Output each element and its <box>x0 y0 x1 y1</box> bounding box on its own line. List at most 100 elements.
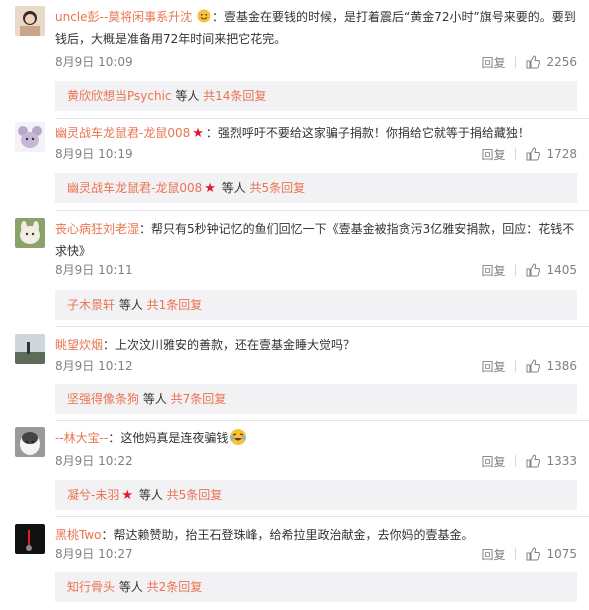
star-icon: ★ <box>204 181 216 196</box>
comment-meta: 8月9日 10:09 回复 2256 <box>55 52 577 72</box>
sub-reply-mid: 等人 <box>135 488 167 502</box>
thumbs-up-icon <box>526 147 541 161</box>
sub-reply-user[interactable]: 知行骨头 <box>67 580 115 594</box>
like-count: 1075 <box>546 547 577 561</box>
comment-actions: 回复 1386 <box>481 356 577 376</box>
comment-text-block: 黑桃Two：帮达赖赞助，抬王石登珠峰，给希拉里政治献金，去你妈的壹基金。 <box>55 524 577 546</box>
username-link[interactable]: uncle彭--莫将闲事系升沈 <box>55 10 192 24</box>
reply-button[interactable]: 回复 <box>481 546 505 563</box>
comment-actions: 回复 1333 <box>481 451 577 471</box>
sub-reply-summary[interactable]: 幽灵战车龙鼠君-龙鼠008 ★ 等人 共5条回复 <box>55 173 577 203</box>
comment-meta: 8月9日 10:22 回复 1333 <box>55 451 577 471</box>
avatar[interactable] <box>15 6 45 36</box>
star-icon: ★ <box>121 488 133 503</box>
sub-reply-count[interactable]: 共2条回复 <box>147 580 203 594</box>
thumbs-up-icon <box>526 55 541 69</box>
comment-text-block: 眺望炊烟：上次汶川雅安的善款，还在壹基金睡大觉吗？ <box>55 334 577 356</box>
like-button[interactable]: 1728 <box>526 147 577 161</box>
sub-reply-count[interactable]: 共5条回复 <box>250 181 306 195</box>
comment-meta: 8月9日 10:11 回复 1405 <box>55 260 577 280</box>
sub-reply-count[interactable]: 共1条回复 <box>147 298 203 312</box>
comment-date: 8月9日 10:27 <box>55 547 133 561</box>
like-button[interactable]: 1386 <box>526 359 577 373</box>
username-link[interactable]: 丧心病狂刘老湿 <box>55 222 139 236</box>
sub-reply-summary[interactable]: 坚强得像条狗 等人 共7条回复 <box>55 384 577 414</box>
action-divider <box>515 148 517 160</box>
like-count: 1333 <box>546 454 577 468</box>
avatar[interactable] <box>15 218 45 248</box>
reply-button[interactable]: 回复 <box>481 262 505 279</box>
sub-reply-user[interactable]: 子木景轩 <box>67 298 115 312</box>
sub-reply-count[interactable]: 共14条回复 <box>203 89 266 103</box>
comment-body: ：上次汶川雅安的善款，还在壹基金睡大觉吗？ <box>103 338 356 352</box>
avatar[interactable] <box>15 334 45 364</box>
reply-button[interactable]: 回复 <box>481 54 505 71</box>
comment-body: ：这他妈真是连夜骗钱 <box>108 431 229 445</box>
comment-date: 8月9日 10:22 <box>55 454 133 468</box>
like-button[interactable]: 1405 <box>526 263 577 277</box>
thumbs-up-icon <box>526 359 541 373</box>
comment-body: ：强烈呼吁不要给这家骗子捐款！你捐给它就等于捐给藏独！ <box>205 126 530 140</box>
crying-laugh-emoji-icon <box>230 429 247 445</box>
sub-reply-summary[interactable]: 子木景轩 等人 共1条回复 <box>55 290 577 320</box>
comment-text-block: 丧心病狂刘老湿：帮只有5秒钟记忆的鱼们回忆一下《壹基金被指贪污3亿雅安捐款，回应… <box>55 218 577 262</box>
like-count: 2256 <box>546 55 577 69</box>
sub-reply-summary[interactable]: 知行骨头 等人 共2条回复 <box>55 572 577 602</box>
comment-text-block: uncle彭--莫将闲事系升沈 ：壹基金在要钱的时候，是打着震后“黄金72小时”… <box>55 6 577 50</box>
divider <box>55 326 589 327</box>
comment-date: 8月9日 10:09 <box>55 55 133 69</box>
username-link[interactable]: 眺望炊烟 <box>55 338 103 352</box>
action-divider <box>515 548 517 560</box>
reply-button[interactable]: 回复 <box>481 146 505 163</box>
divider <box>55 118 589 119</box>
reply-button[interactable]: 回复 <box>481 358 505 375</box>
action-divider <box>515 264 517 276</box>
comment-text-block: 幽灵战车龙鼠君-龙鼠008 ★ ：强烈呼吁不要给这家骗子捐款！你捐给它就等于捐给藏独… <box>55 122 577 145</box>
like-count: 1728 <box>546 147 577 161</box>
avatar[interactable] <box>15 122 45 152</box>
comment-meta: 8月9日 10:19 回复 1728 <box>55 144 577 164</box>
sub-reply-user[interactable]: 凝兮-未羽 <box>67 488 119 502</box>
comment-body: ：帮达赖赞助，抬王石登珠峰，给希拉里政治献金，去你妈的壹基金。 <box>101 528 474 542</box>
sub-reply-user[interactable]: 坚强得像条狗 <box>67 392 139 406</box>
comment-actions: 回复 1728 <box>481 144 577 164</box>
action-divider <box>515 455 517 467</box>
sub-reply-count[interactable]: 共5条回复 <box>167 488 223 502</box>
username-link[interactable]: --林大宝-- <box>55 431 108 445</box>
action-divider <box>515 360 517 372</box>
comment-meta: 8月9日 10:12 回复 1386 <box>55 356 577 376</box>
username-link[interactable]: 黑桃Two <box>55 528 102 542</box>
sub-reply-summary[interactable]: 黄欣欣想当Psychic 等人 共14条回复 <box>55 81 577 111</box>
sub-reply-summary[interactable]: 凝兮-未羽 ★ 等人 共5条回复 <box>55 480 577 510</box>
sub-reply-mid: 等人 <box>115 580 147 594</box>
comment-meta: 8月9日 10:27 回复 1075 <box>55 544 577 564</box>
comment-text-block: --林大宝--：这他妈真是连夜骗钱 <box>55 427 577 449</box>
like-button[interactable]: 1333 <box>526 454 577 468</box>
emoji-face-icon <box>197 9 211 23</box>
comment-date: 8月9日 10:19 <box>55 147 133 161</box>
sub-reply-count[interactable]: 共7条回复 <box>171 392 227 406</box>
star-icon: ★ <box>192 126 204 141</box>
divider <box>55 210 589 211</box>
divider <box>55 516 589 517</box>
comment-actions: 回复 1405 <box>481 260 577 280</box>
comment-actions: 回复 2256 <box>481 52 577 72</box>
comment-date: 8月9日 10:11 <box>55 263 133 277</box>
divider <box>55 420 589 421</box>
sub-reply-user[interactable]: 幽灵战车龙鼠君-龙鼠008 <box>67 181 202 195</box>
like-button[interactable]: 1075 <box>526 547 577 561</box>
thumbs-up-icon <box>526 547 541 561</box>
like-count: 1386 <box>546 359 577 373</box>
sub-reply-mid: 等人 <box>217 181 250 195</box>
sub-reply-user[interactable]: 黄欣欣想当Psychic <box>67 89 172 103</box>
comment-actions: 回复 1075 <box>481 544 577 564</box>
thumbs-up-icon <box>526 454 541 468</box>
sub-reply-mid: 等人 <box>171 89 204 103</box>
like-button[interactable]: 2256 <box>526 55 577 69</box>
reply-button[interactable]: 回复 <box>481 453 505 470</box>
comment-date: 8月9日 10:12 <box>55 359 133 373</box>
username-link[interactable]: 幽灵战车龙鼠君-龙鼠008 <box>55 126 190 140</box>
thumbs-up-icon <box>526 263 541 277</box>
avatar[interactable] <box>15 524 45 554</box>
avatar[interactable] <box>15 427 45 457</box>
